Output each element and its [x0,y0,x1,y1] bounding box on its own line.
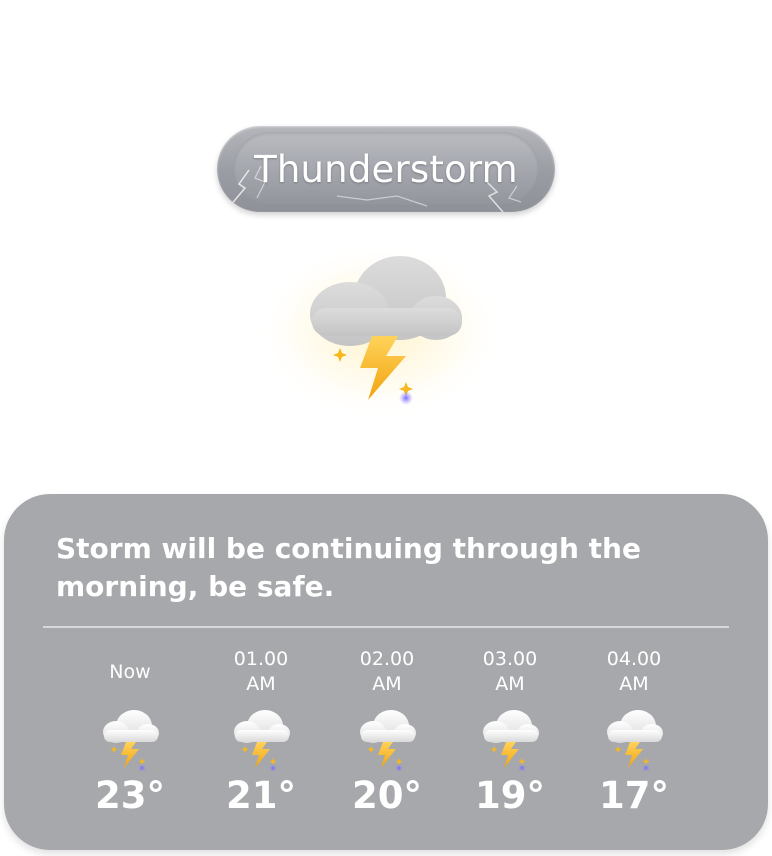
thunderstorm-cloud-icon [360,710,416,772]
thunderstorm-cloud-icon [234,710,290,772]
condition-pill: Thunderstorm [217,126,555,212]
hour-time-period: AM [495,673,525,695]
hour-time-value: 04.00 [606,648,662,670]
divider [43,626,729,628]
hour-time: Now [75,644,185,700]
thunderstorm-cloud-icon [103,710,159,772]
forecast-summary: Storm will be continuing through the mor… [56,532,641,603]
hour-time-period: AM [372,673,402,695]
hour-item: 03.00 AM 19° [455,644,565,816]
hour-item: 01.00 AM 21° [206,644,316,816]
hour-time-value: 01.00 [233,648,289,670]
hour-item: 02.00 AM 20° [332,644,442,816]
hour-time-value: Now [109,660,151,683]
thunderstorm-cloud-icon [483,710,539,772]
hour-time-value: 03.00 [482,648,538,670]
weather-screen: Thunderstorm Storm will be continuing th… [0,0,772,856]
hour-temperature: 23° [95,774,165,817]
hour-temperature: 17° [599,774,669,817]
hour-item: 04.00 AM 17° [579,644,689,816]
forecast-card: Storm will be continuing through the mor… [4,494,768,850]
condition-label: Thunderstorm [254,147,518,191]
hour-time-period: AM [619,673,649,695]
hour-time: 01.00 AM [206,644,316,700]
hour-time-period: AM [246,673,276,695]
hour-time: 03.00 AM [455,644,565,700]
thunderstorm-cloud-icon [255,241,505,421]
hour-temperature: 21° [226,774,296,817]
hour-time: 04.00 AM [579,644,689,700]
hour-temperature: 19° [475,774,545,817]
hour-item: Now 23° [75,644,185,816]
hour-time-value: 02.00 [359,648,415,670]
hour-temperature: 20° [352,774,422,817]
hour-time: 02.00 AM [332,644,442,700]
thunderstorm-cloud-icon [607,710,663,772]
